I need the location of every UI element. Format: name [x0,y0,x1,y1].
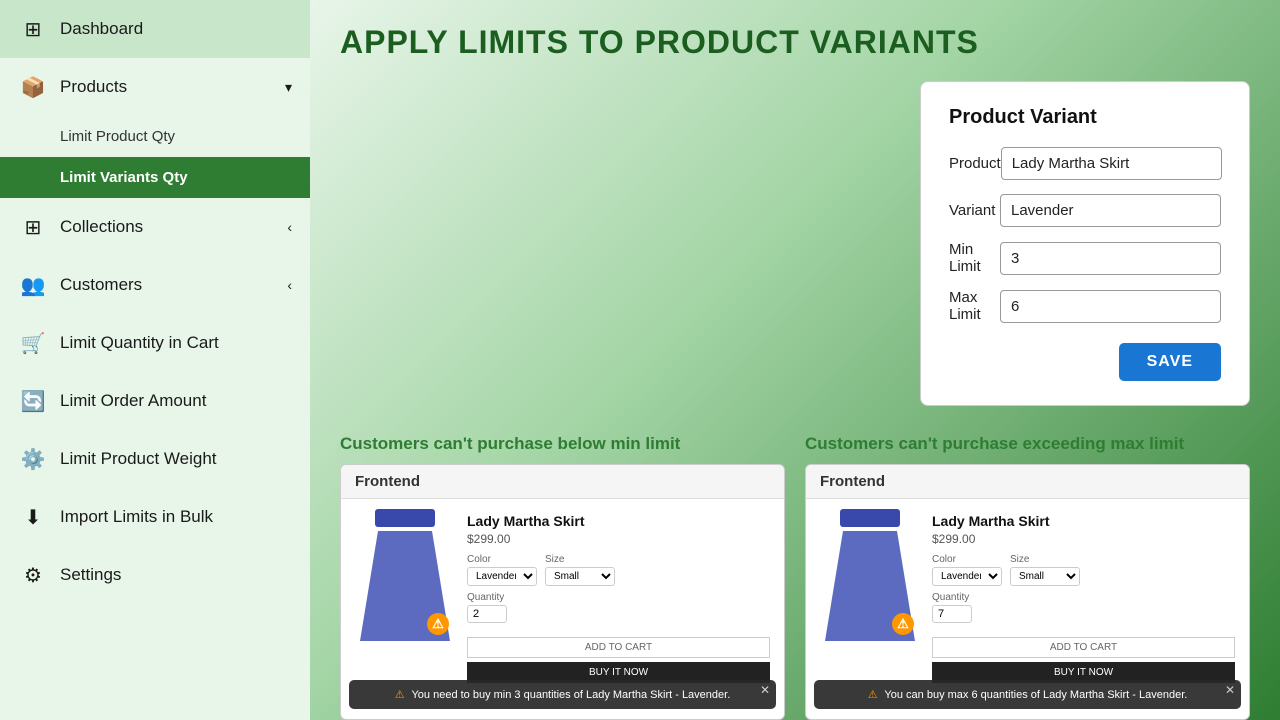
sidebar-label-import-limits: Import Limits in Bulk [60,507,213,527]
color-label-max: Color [932,554,1002,565]
sidebar-item-limit-variants-qty[interactable]: Limit Variants Qty [0,157,310,198]
sidebar-label-customers: Customers [60,275,142,295]
sidebar-item-import-limits[interactable]: ⬇ Import Limits in Bulk [0,488,310,546]
skirt-top-min [375,509,435,527]
product-input[interactable] [1001,147,1222,180]
color-label-min: Color [467,554,537,565]
tooltip-max: ✕ ⚠ You can buy max 6 quantities of Lady… [814,680,1241,709]
demo-max-frontend-label: Frontend [806,465,1249,499]
demo-max-box: Customers can't purchase exceeding max l… [805,434,1250,720]
max-limit-label: Max Limit [949,289,1000,323]
warning-badge-min: ⚠ [427,613,449,635]
qty-input-min[interactable] [467,605,507,623]
skirt-top-max [840,509,900,527]
save-button[interactable]: SAVE [1119,343,1221,381]
main-content: APPLY LIMITS TO PRODUCT VARIANTS Product… [310,0,1280,720]
close-tooltip-min[interactable]: ✕ [760,683,770,697]
product-row: Product [949,147,1221,180]
sidebar-label-settings: Settings [60,565,121,585]
demo-section: Customers can't purchase below min limit… [340,434,1250,720]
sidebar-label-collections: Collections [60,217,143,237]
close-tooltip-max[interactable]: ✕ [1225,683,1235,697]
settings-icon: ⚙ [18,560,48,590]
max-limit-row: Max Limit [949,289,1221,323]
variant-card-heading: Product Variant [949,106,1221,129]
import-icon: ⬇ [18,502,48,532]
product-details-min: Lady Martha Skirt $299.00 Color Lavender… [467,513,770,683]
chevron-down-icon: ▾ [285,79,292,96]
min-limit-row: Min Limit [949,241,1221,275]
weight-icon: ⚙️ [18,444,48,474]
tooltip-max-text: You can buy max 6 quantities of Lady Mar… [884,689,1187,701]
sidebar-item-settings[interactable]: ⚙ Settings [0,546,310,604]
products-icon: 📦 [18,72,48,102]
demo-min-card: Frontend ⚠ Lady Martha Skirt $299.00 Col… [340,464,785,720]
sidebar-item-limit-order-amount[interactable]: 🔄 Limit Order Amount [0,372,310,430]
prod-price-max: $299.00 [932,532,1235,546]
prod-name-min: Lady Martha Skirt [467,513,770,529]
add-to-cart-btn-min[interactable]: ADD TO CART [467,637,770,658]
sidebar-item-collections[interactable]: ⊞ Collections ‹ [0,198,310,256]
add-to-cart-btn-max[interactable]: ADD TO CART [932,637,1235,658]
size-label-min: Size [545,554,615,565]
demo-max-body: ⚠ Lady Martha Skirt $299.00 Color Lavend… [806,499,1249,719]
tooltip-min-text: You need to buy min 3 quantities of Lady… [411,689,730,701]
max-limit-input[interactable] [1000,290,1221,323]
prod-price-min: $299.00 [467,532,770,546]
chevron-left-icon: ‹ [287,219,292,235]
demo-min-frontend-label: Frontend [341,465,784,499]
skirt-image-min: ⚠ [355,513,455,641]
tooltip-min: ✕ ⚠ You need to buy min 3 quantities of … [349,680,776,709]
prod-name-max: Lady Martha Skirt [932,513,1235,529]
qty-input-max[interactable] [932,605,972,623]
customers-icon: 👥 [18,270,48,300]
size-select-min[interactable]: Small [545,567,615,586]
sidebar-item-limit-qty-cart[interactable]: 🛒 Limit Quantity in Cart [0,314,310,372]
variant-card: Product Variant Product Variant Min Limi… [920,81,1250,406]
sidebar-item-dashboard[interactable]: ⊞ Dashboard [0,0,310,58]
cart-icon: 🛒 [18,328,48,358]
order-icon: 🔄 [18,386,48,416]
demo-min-body: ⚠ Lady Martha Skirt $299.00 Color Lavend… [341,499,784,719]
qty-label-max: Quantity [932,592,1235,603]
sidebar-label-limit-product-weight: Limit Product Weight [60,449,217,469]
warn-icon-min: ⚠ [395,689,405,701]
sidebar-label-limit-order-amount: Limit Order Amount [60,391,206,411]
sidebar-label-products: Products [60,77,127,97]
sidebar: ⊞ Dashboard 📦 Products ▾ Limit Product Q… [0,0,310,720]
color-select-min[interactable]: Lavender [467,567,537,586]
min-limit-label: Min Limit [949,241,1000,275]
size-select-max[interactable]: Small [1010,567,1080,586]
sidebar-item-products[interactable]: 📦 Products ▾ [0,58,310,116]
variant-label: Variant [949,202,1000,219]
page-title: APPLY LIMITS TO PRODUCT VARIANTS [340,24,1250,61]
sidebar-item-customers[interactable]: 👥 Customers ‹ [0,256,310,314]
collections-icon: ⊞ [18,212,48,242]
skirt-image-max: ⚠ [820,513,920,641]
dashboard-icon: ⊞ [18,14,48,44]
warning-badge-max: ⚠ [892,613,914,635]
sidebar-item-limit-product-qty[interactable]: Limit Product Qty [0,116,310,157]
product-label: Product [949,155,1001,172]
demo-min-label: Customers can't purchase below min limit [340,434,785,454]
sidebar-label-limit-qty-cart: Limit Quantity in Cart [60,333,219,353]
qty-label-min: Quantity [467,592,770,603]
demo-max-card: Frontend ⚠ Lady Martha Skirt $299.00 Col… [805,464,1250,720]
sidebar-label-dashboard: Dashboard [60,19,143,39]
variant-input[interactable] [1000,194,1221,227]
product-details-max: Lady Martha Skirt $299.00 Color Lavender… [932,513,1235,683]
sidebar-item-limit-product-weight[interactable]: ⚙️ Limit Product Weight [0,430,310,488]
variant-row: Variant [949,194,1221,227]
chevron-left-icon2: ‹ [287,277,292,293]
size-label-max: Size [1010,554,1080,565]
demo-min-box: Customers can't purchase below min limit… [340,434,785,720]
color-select-max[interactable]: Lavender [932,567,1002,586]
warn-icon-max: ⚠ [868,689,878,701]
demo-max-label: Customers can't purchase exceeding max l… [805,434,1250,454]
min-limit-input[interactable] [1000,242,1221,275]
